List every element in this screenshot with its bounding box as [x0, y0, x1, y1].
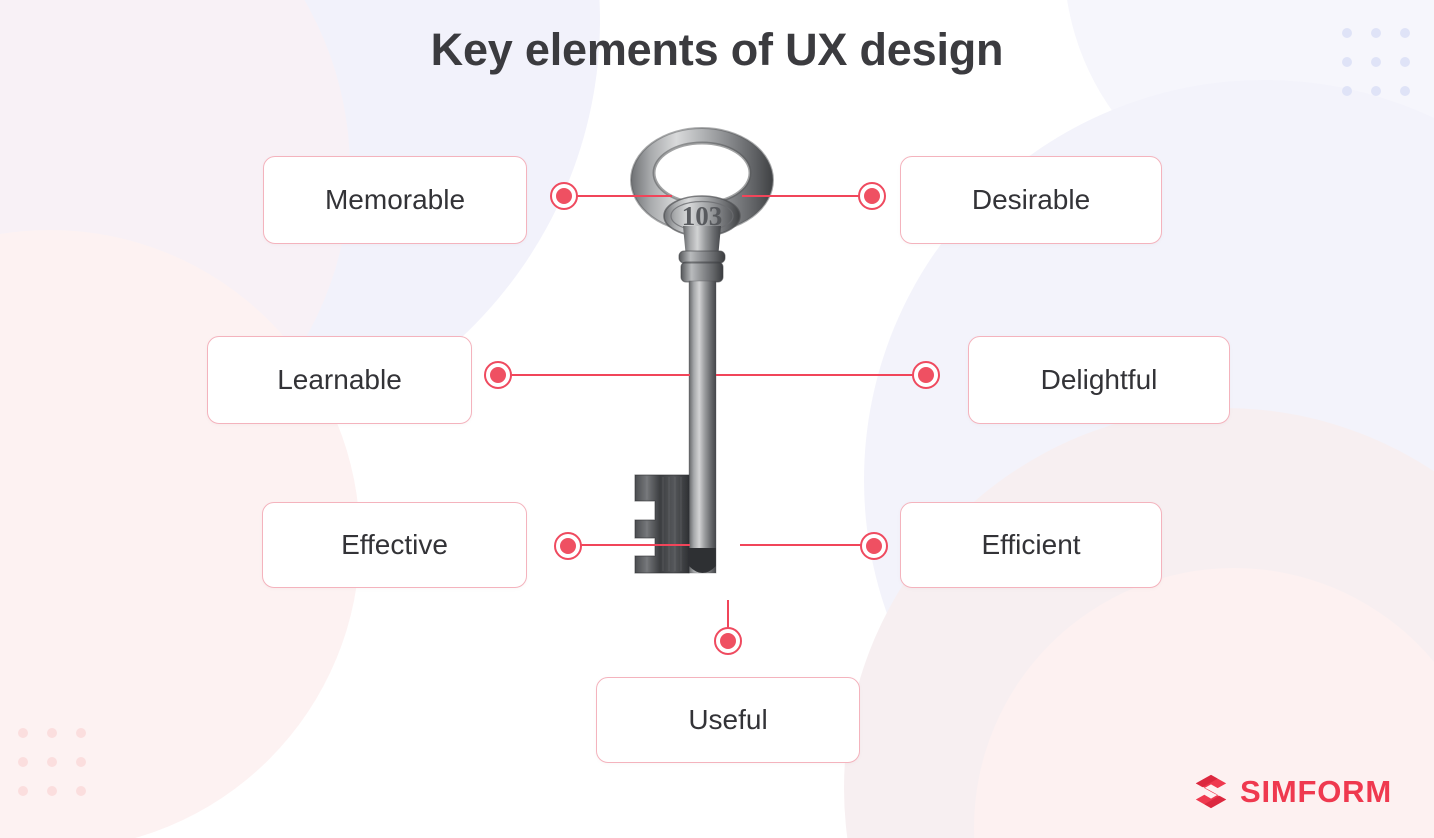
- simform-logo-mark-icon: [1195, 774, 1227, 809]
- node-box-efficient[interactable]: Efficient: [900, 502, 1162, 588]
- connector-delightful: [716, 374, 916, 376]
- node-box-useful[interactable]: Useful: [596, 677, 860, 763]
- node-dot-desirable[interactable]: [858, 182, 886, 210]
- page-title: Key elements of UX design: [430, 24, 1004, 75]
- node-dot-effective[interactable]: [554, 532, 582, 560]
- connector-effective: [580, 544, 690, 546]
- connector-efficient: [740, 544, 868, 546]
- node-label-learnable: Learnable: [277, 364, 402, 395]
- node-label-effective: Effective: [341, 529, 448, 560]
- infographic-canvas: Key elements of UX design 103 Memorable …: [0, 0, 1434, 838]
- simform-logo-text: SIMFORM: [1240, 773, 1392, 809]
- node-label-memorable: Memorable: [324, 184, 466, 215]
- node-label-desirable: Desirable: [971, 184, 1091, 215]
- node-dot-delightful[interactable]: [912, 361, 940, 389]
- node-box-memorable[interactable]: Memorable: [263, 156, 527, 244]
- node-box-effective[interactable]: Effective: [262, 502, 527, 588]
- connector-useful: [727, 600, 729, 630]
- node-label-efficient: Efficient: [981, 529, 1081, 560]
- simform-logo[interactable]: SIMFORM: [1192, 772, 1392, 810]
- node-dot-learnable[interactable]: [484, 361, 512, 389]
- key-elements-diagram: Memorable Desirable Learnable Delightful…: [0, 0, 1434, 838]
- node-dot-efficient[interactable]: [860, 532, 888, 560]
- node-dot-useful[interactable]: [714, 627, 742, 655]
- node-box-desirable[interactable]: Desirable: [900, 156, 1162, 244]
- node-label-delightful: Delightful: [1040, 364, 1158, 395]
- connector-learnable: [510, 374, 690, 376]
- node-label-useful: Useful: [688, 704, 768, 735]
- connector-memorable: [576, 195, 672, 197]
- node-box-delightful[interactable]: Delightful: [968, 336, 1230, 424]
- node-dot-memorable[interactable]: [550, 182, 578, 210]
- node-box-learnable[interactable]: Learnable: [207, 336, 472, 424]
- connector-desirable: [742, 195, 864, 197]
